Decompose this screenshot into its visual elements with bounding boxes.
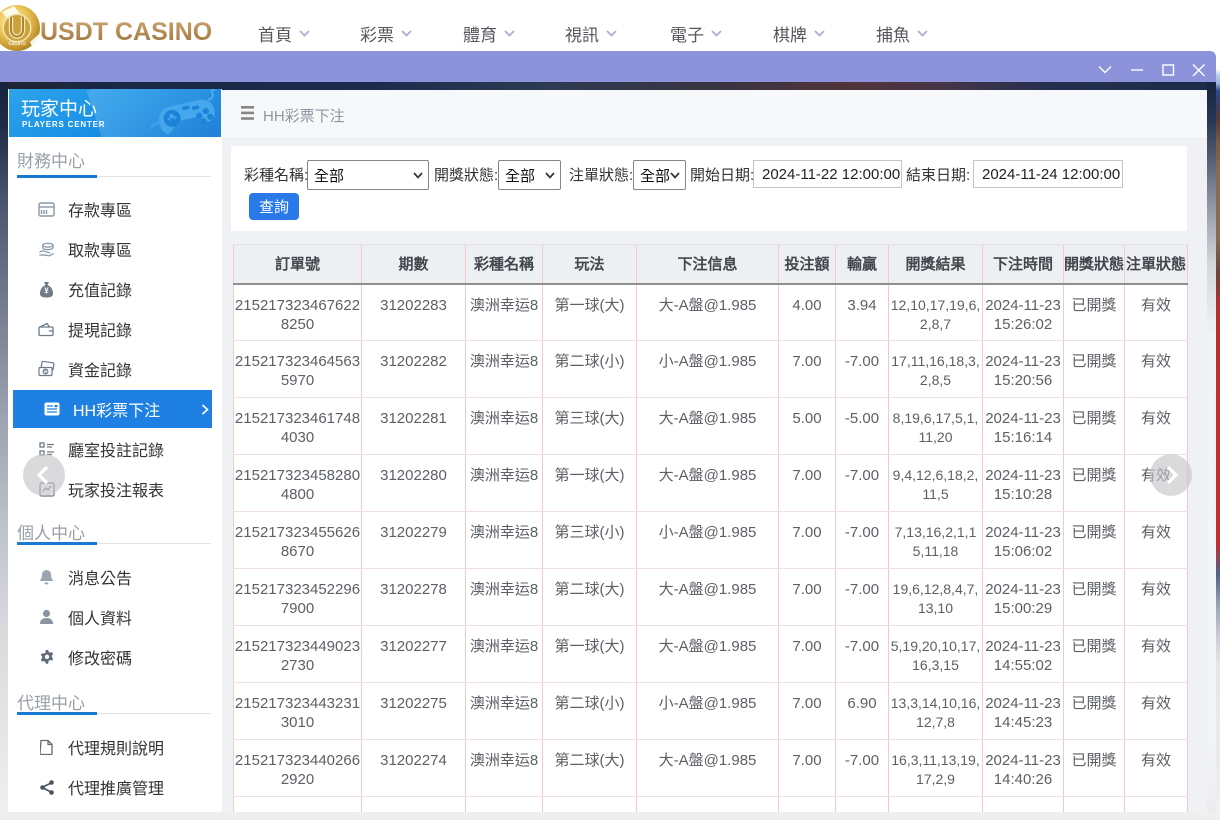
- svg-text:casino: casino: [8, 41, 26, 47]
- svg-text:$: $: [44, 370, 47, 376]
- svg-text:¥: ¥: [44, 286, 49, 295]
